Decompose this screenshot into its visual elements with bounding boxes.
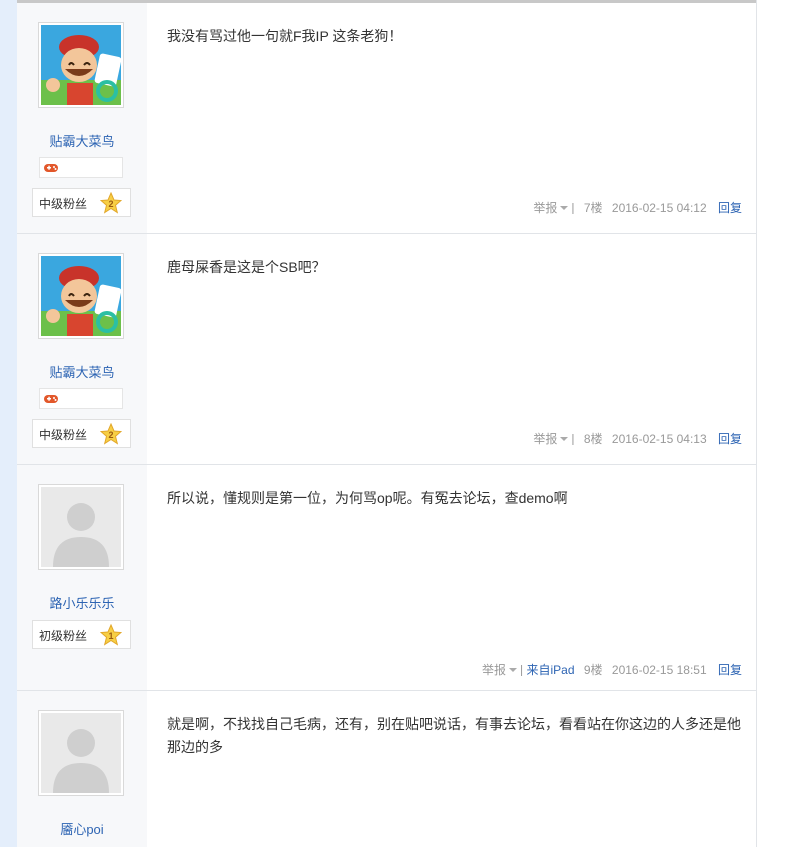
chevron-down-icon[interactable] (560, 205, 569, 210)
author-panel: 贴霸大菜鸟 中级粉丝 2 (17, 3, 147, 233)
level-number: 1 (108, 631, 113, 641)
author-panel: 路小乐乐乐 初级粉丝 1 (17, 465, 147, 690)
default-avatar-icon (41, 487, 121, 567)
username-link[interactable]: 贴霸大菜鸟 (17, 131, 147, 150)
default-avatar-icon (41, 713, 121, 793)
avatar[interactable] (38, 253, 124, 339)
post-content: 我没有骂过他一句就F我IP 这条老狗！ (167, 28, 403, 44)
post-time: 2016-02-15 04:12 (611, 200, 707, 215)
author-panel: 贴霸大菜鸟 中级粉丝 2 (17, 234, 147, 464)
device-link[interactable]: 来自iPad (526, 663, 574, 677)
fan-level-badge[interactable]: 中级粉丝 2 (32, 188, 131, 217)
post-item: 路小乐乐乐 初级粉丝 1 所以说，懂规则是第一位，为何骂op呢。有冤去论坛，查d… (17, 465, 756, 691)
meta-separator: | (520, 662, 524, 677)
report-link[interactable]: 举报 (533, 432, 557, 446)
level-number: 2 (108, 199, 113, 209)
report-link[interactable]: 举报 (533, 201, 557, 215)
level-star-icon: 1 (100, 624, 122, 646)
floor-number: 7楼 (583, 201, 603, 215)
game-badge[interactable] (39, 157, 123, 178)
post-time: 2016-02-15 18:51 (611, 662, 707, 677)
username-link[interactable]: 路小乐乐乐 (17, 593, 147, 612)
author-panel: 靥心poi (17, 691, 147, 847)
post-meta: 举报 | 来自iPad 9楼 2016-02-15 18:51 回复 (482, 661, 742, 678)
cartoon-character-avatar-icon (41, 256, 121, 336)
fan-level-badge[interactable]: 中级粉丝 2 (32, 419, 131, 448)
gamepad-icon (44, 395, 58, 403)
username-link[interactable]: 靥心poi (17, 819, 147, 838)
username-link[interactable]: 贴霸大菜鸟 (17, 362, 147, 381)
chevron-down-icon[interactable] (509, 667, 518, 672)
meta-separator: | (571, 200, 575, 215)
level-star-icon: 2 (100, 423, 122, 445)
post-content: 就是啊，不找找自己毛病，还有，别在贴吧说话，有事去论坛，看看站在你这边的人多还是… (167, 716, 741, 755)
avatar[interactable] (38, 484, 124, 570)
post-content: 所以说，懂规则是第一位，为何骂op呢。有冤去论坛，查demo啊 (167, 490, 568, 506)
meta-separator: | (571, 431, 575, 446)
level-number: 2 (108, 430, 113, 440)
level-name: 中级粉丝 (39, 428, 88, 442)
post-item: 贴霸大菜鸟 中级粉丝 2 鹿母屎香是这是个SB吧？ 举报 | 8楼 2016-0… (17, 234, 756, 465)
level-name: 中级粉丝 (39, 197, 88, 211)
avatar[interactable] (38, 22, 124, 108)
level-star-icon: 2 (100, 192, 122, 214)
reply-link[interactable]: 回复 (718, 663, 742, 677)
fan-level-badge[interactable]: 初级粉丝 1 (32, 620, 131, 649)
floor-number: 9楼 (583, 663, 603, 677)
gamepad-icon (44, 164, 58, 172)
post-list: 贴霸大菜鸟 中级粉丝 2 我没有骂过他一句就F我IP 这条老狗！ 举报 | 7楼… (17, 0, 757, 847)
game-badge[interactable] (39, 388, 123, 409)
post-item: 靥心poi 就是啊，不找找自己毛病，还有，别在贴吧说话，有事去论坛，看看站在你这… (17, 691, 756, 847)
report-link[interactable]: 举报 (482, 663, 506, 677)
post-meta: 举报 | 7楼 2016-02-15 04:12 回复 (533, 199, 742, 216)
post-meta: 举报 | 8楼 2016-02-15 04:13 回复 (533, 430, 742, 447)
floor-number: 8楼 (583, 432, 603, 446)
reply-link[interactable]: 回复 (718, 201, 742, 215)
post-content: 鹿母屎香是这是个SB吧？ (167, 259, 326, 275)
post-item: 贴霸大菜鸟 中级粉丝 2 我没有骂过他一句就F我IP 这条老狗！ 举报 | 7楼… (17, 3, 756, 234)
level-name: 初级粉丝 (39, 629, 88, 643)
chevron-down-icon[interactable] (560, 436, 569, 441)
avatar[interactable] (38, 710, 124, 796)
page-left-background (0, 0, 17, 847)
post-time: 2016-02-15 04:13 (611, 431, 707, 446)
reply-link[interactable]: 回复 (718, 432, 742, 446)
cartoon-character-avatar-icon (41, 25, 121, 105)
